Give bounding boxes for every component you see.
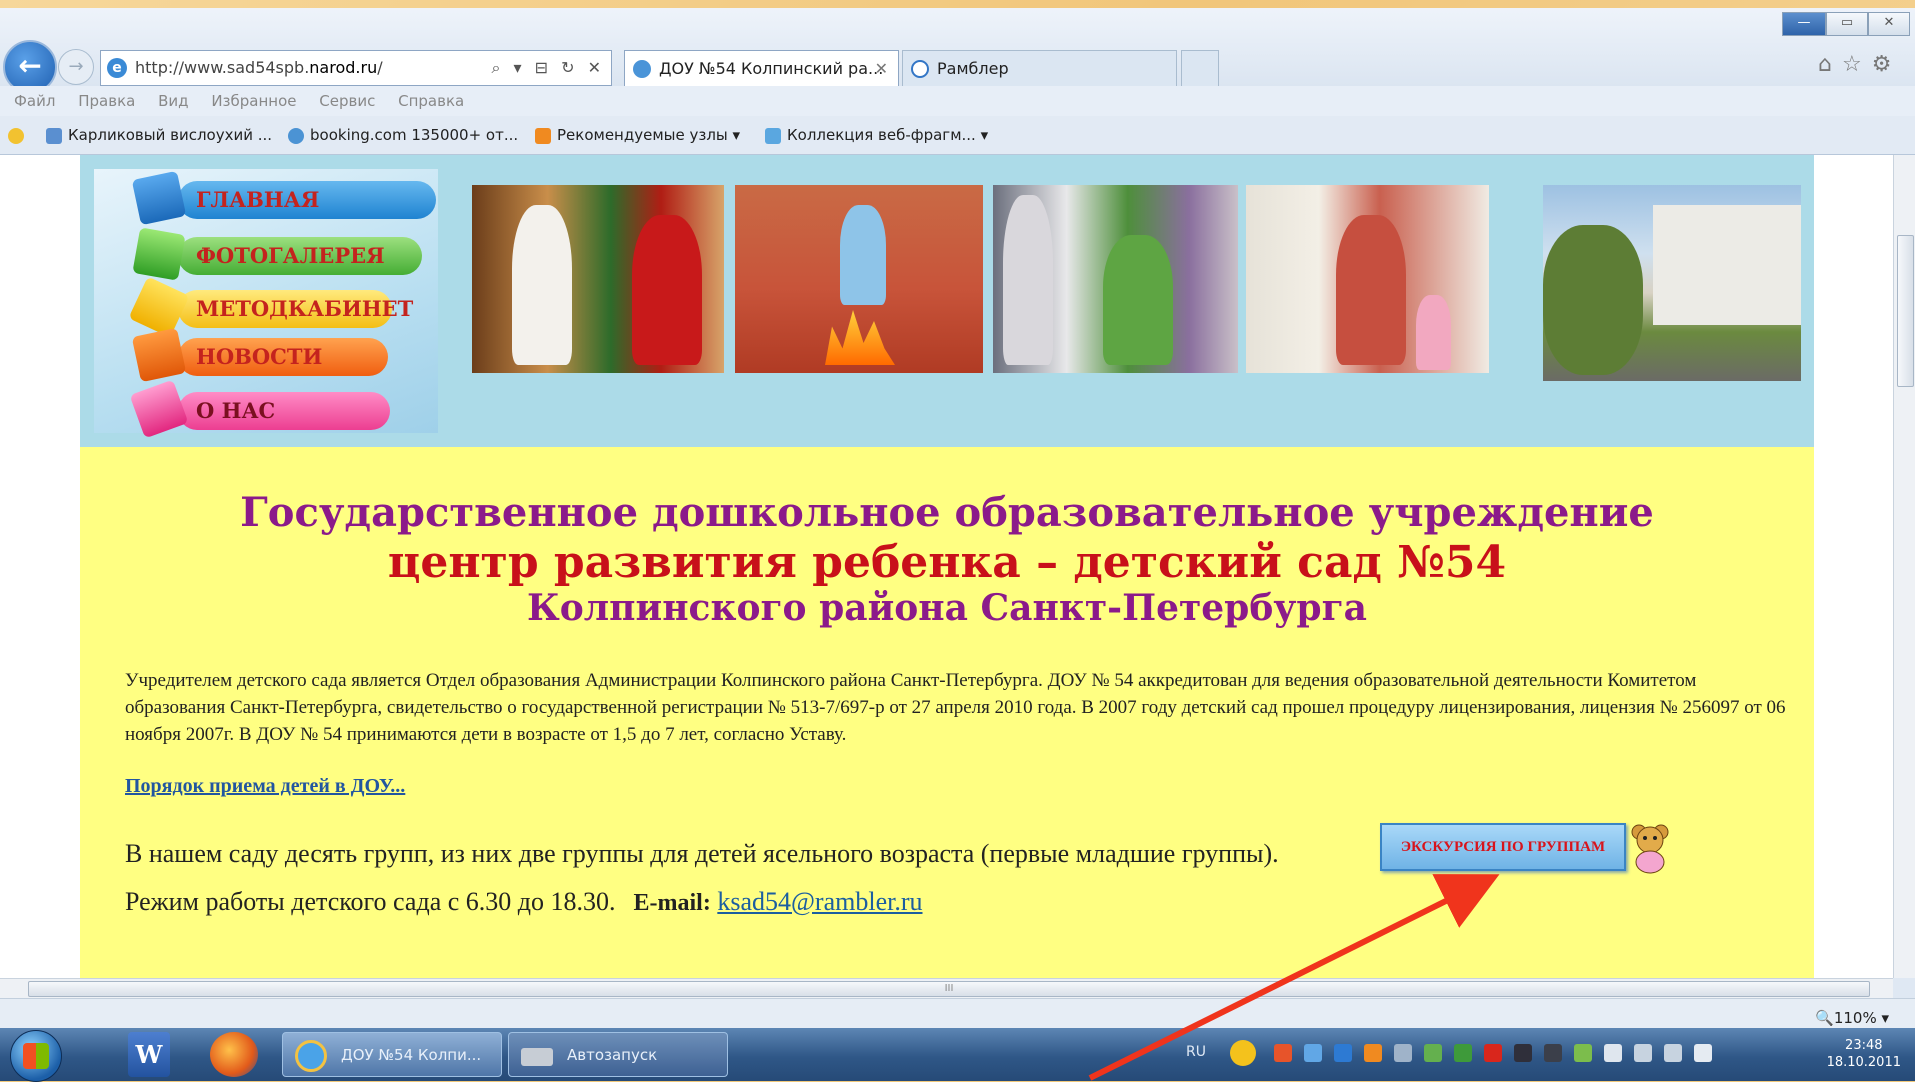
annotation-arrow [1088,874,1500,1081]
